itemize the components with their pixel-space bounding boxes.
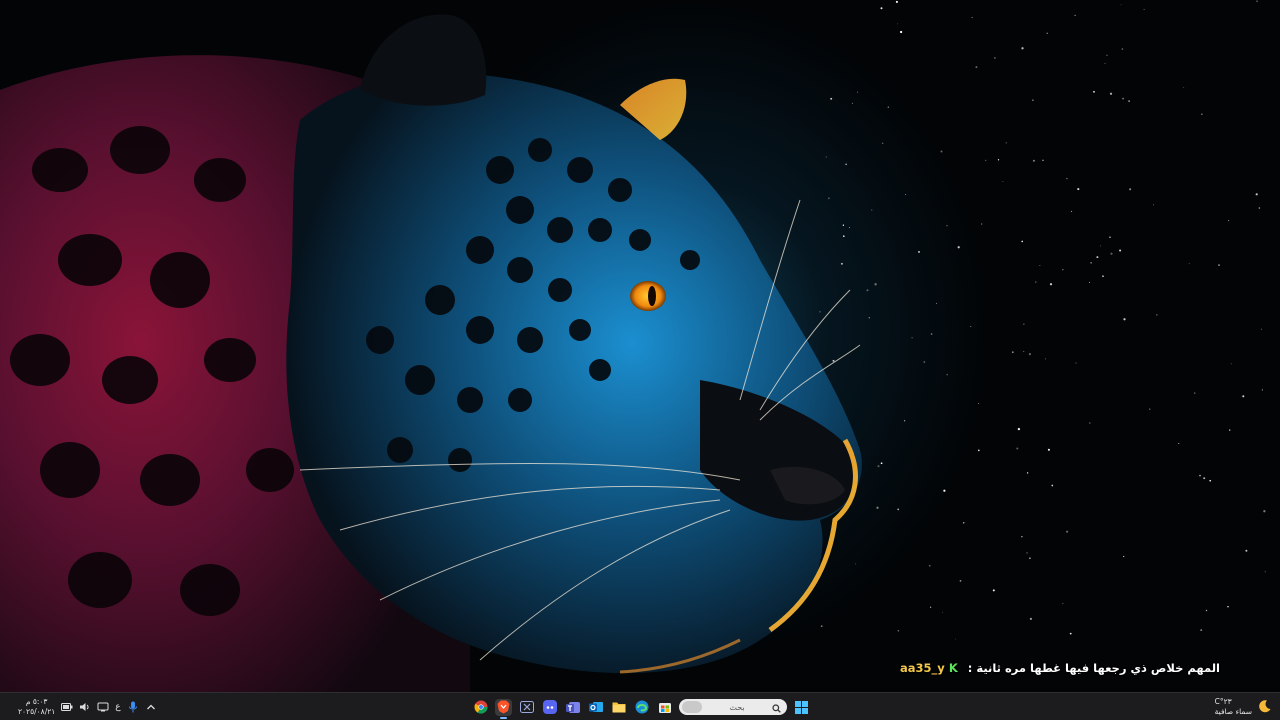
chevron-up-icon[interactable] <box>145 701 157 713</box>
network-icon[interactable] <box>97 701 109 713</box>
system-tray: ٥:٠٣ م ٢٠٢٥/٠٨/٢١ ع <box>4 693 157 720</box>
chrome-icon[interactable] <box>472 699 489 716</box>
weather-condition: سماء صافية <box>1214 707 1252 716</box>
jaguar-illustration <box>0 14 862 692</box>
weather-temp: ٢٣°C <box>1214 697 1232 706</box>
outlook-icon[interactable] <box>587 699 604 716</box>
taskbar: ٥:٠٣ م ٢٠٢٥/٠٨/٢١ ع بحث ٢٣°C سماء صافية <box>0 692 1280 720</box>
search-placeholder: بحث <box>729 702 745 712</box>
clock-date: ٢٠٢٥/٠٨/٢١ <box>18 707 56 716</box>
brave-icon[interactable] <box>495 698 512 719</box>
moon-icon <box>1258 698 1272 717</box>
chat-username: aa35_y <box>900 661 945 675</box>
taskbar-apps: بحث <box>472 693 810 720</box>
search-icon <box>772 698 781 717</box>
chat-badge: K <box>948 661 958 675</box>
edge-icon[interactable] <box>633 699 650 716</box>
chat-message-text: المهم خلاص ذي رجعها فيها غطها مره ثانية … <box>967 661 1220 675</box>
input-language-indicator[interactable]: ع <box>115 702 120 712</box>
clock[interactable]: ٥:٠٣ م ٢٠٢٥/٠٨/٢١ <box>18 697 55 717</box>
microphone-icon[interactable] <box>127 701 139 713</box>
battery-icon[interactable] <box>61 701 73 713</box>
store-icon[interactable] <box>656 699 673 716</box>
xbox-icon[interactable] <box>518 699 535 716</box>
clock-time: ٥:٠٣ م <box>25 697 48 706</box>
discord-icon[interactable] <box>541 699 558 716</box>
search-highlight-image <box>682 701 702 713</box>
file-explorer-icon[interactable] <box>610 699 627 716</box>
taskbar-search[interactable]: بحث <box>679 699 787 715</box>
stream-chat-message: المهم خلاص ذي رجعها فيها غطها مره ثانية … <box>900 661 1220 675</box>
weather-info: ٢٣°C سماء صافية <box>1215 697 1252 717</box>
desktop-wallpaper: المهم خلاص ذي رجعها فيها غطها مره ثانية … <box>0 0 1280 692</box>
volume-icon[interactable] <box>79 701 91 713</box>
start-icon[interactable] <box>793 699 810 716</box>
weather-widget[interactable]: ٢٣°C سماء صافية <box>1215 693 1272 720</box>
teams-icon[interactable] <box>564 699 581 716</box>
